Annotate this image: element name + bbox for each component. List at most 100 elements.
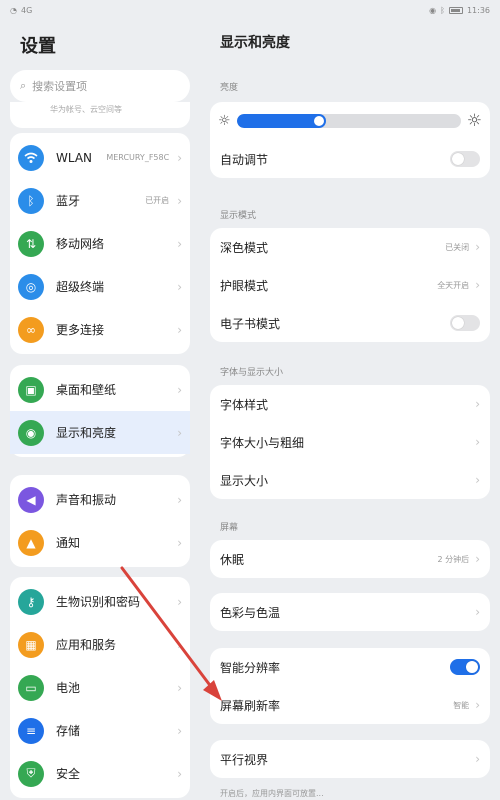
link-icon: ∞ (18, 316, 44, 343)
account-entry[interactable]: 华为帐号、云空间等 (10, 102, 190, 128)
sidebar-item-wallpaper[interactable]: ▣ 桌面和壁纸 › (10, 368, 190, 411)
sidebar-item-label: 移动网络 (56, 237, 105, 251)
status-bar: ◔ 4G ◉ ᛒ 11:36 (0, 0, 500, 20)
chevron-right-icon: › (177, 279, 182, 294)
font-section-label: 字体与显示大小 (220, 368, 284, 378)
auto-adjust-toggle[interactable] (450, 151, 480, 167)
color-temp-label: 色彩与色温 (220, 605, 281, 620)
chevron-right-icon: › (177, 594, 182, 609)
sleep-card: 休眠 2 分钟后 › (210, 540, 490, 578)
sleep-label: 休眠 (220, 552, 245, 567)
auto-adjust-row: 自动调节 (210, 140, 490, 178)
super-device-icon: ◎ (18, 273, 44, 300)
chevron-right-icon: › (177, 150, 182, 165)
chevron-right-icon: › (177, 193, 182, 208)
sidebar-item-bluetooth[interactable]: ᛒ 蓝牙 已开启 › (10, 179, 190, 222)
sound-group: ◀ 声音和振动 › ▲ 通知 › (10, 475, 190, 567)
font-card: 字体样式 › 字体大小与粗细 › 显示大小 › (210, 385, 490, 499)
sidebar-item-battery[interactable]: ▭ 电池 › (10, 666, 190, 709)
eye-comfort-value: 全天开启 (437, 280, 470, 290)
brightness-row: ☼ ☼ (210, 102, 490, 140)
sidebar-item-label: 蓝牙 (56, 194, 81, 208)
storage-icon: ≡ (18, 717, 44, 744)
sidebar-item-display-brightness[interactable]: ◉ 显示和亮度 › (10, 411, 190, 454)
page-title: 显示和亮度 (220, 35, 290, 51)
brightness-slider[interactable] (236, 114, 461, 128)
smart-resolution-toggle[interactable] (450, 659, 480, 675)
sidebar-item-label: WLAN (56, 150, 93, 165)
sound-icon: ◀ (18, 486, 44, 513)
parallel-view-row[interactable]: 平行视界 › (210, 740, 490, 778)
network-status: 4G (20, 5, 33, 15)
apps-icon: ▦ (18, 631, 44, 658)
display-mode-section-label: 显示模式 (220, 211, 257, 221)
font-size-label: 字体大小与粗细 (220, 435, 305, 450)
sidebar-item-label: 通知 (56, 536, 81, 550)
eye-comfort-row[interactable]: 护眼模式 全天开启 › (210, 266, 490, 304)
color-temp-card: 色彩与色温 › (210, 593, 490, 631)
display-settings-pane: 显示和亮度 亮度 ☼ ☼ 自动调节 显示模式 深色模式 已关闭 › 护眼模式 全… (200, 20, 500, 800)
chevron-right-icon: › (475, 435, 480, 449)
sidebar-item-super-device[interactable]: ◎ 超级终端 › (10, 265, 190, 308)
ebook-mode-toggle[interactable] (450, 315, 480, 331)
ebook-mode-label: 电子书模式 (220, 316, 281, 331)
shield-icon: ⛨ (18, 760, 44, 787)
sidebar-item-notifications[interactable]: ▲ 通知 › (10, 521, 190, 564)
refresh-rate-row[interactable]: 屏幕刷新率 智能 › (210, 686, 490, 724)
auto-adjust-label: 自动调节 (220, 152, 269, 167)
chevron-right-icon: › (475, 240, 480, 254)
parallel-view-card: 平行视界 › (210, 740, 490, 778)
wifi-icon (18, 144, 44, 171)
sidebar-item-label: 安全 (56, 767, 81, 781)
dark-mode-row[interactable]: 深色模式 已关闭 › (210, 228, 490, 266)
sidebar-item-value: MERCURY_F58C (106, 153, 170, 162)
sidebar-item-mobile-network[interactable]: ⇅ 移动网络 › (10, 222, 190, 265)
chevron-right-icon: › (177, 723, 182, 738)
display-group: ▣ 桌面和壁纸 › ◉ 显示和亮度 › (10, 365, 190, 457)
parallel-view-footnote: 开启后，应用内界面可放置... (220, 789, 324, 798)
color-temp-row[interactable]: 色彩与色温 › (210, 593, 490, 631)
search-input[interactable]: ⌕ 搜索设置项 (10, 70, 190, 102)
sidebar-item-security[interactable]: ⛨ 安全 › (10, 752, 190, 795)
sleep-row[interactable]: 休眠 2 分钟后 › (210, 540, 490, 578)
clock: 11:36 (466, 5, 490, 15)
sidebar-item-value: 已开启 (145, 196, 170, 205)
battery-status-icon (448, 6, 463, 14)
screen-section-label: 屏幕 (220, 523, 239, 533)
chevron-right-icon: › (177, 236, 182, 251)
brightness-card: ☼ ☼ 自动调节 (210, 102, 490, 178)
brightness-slider-fill (236, 114, 327, 128)
display-size-row[interactable]: 显示大小 › (210, 461, 490, 499)
chevron-right-icon: › (475, 473, 480, 487)
brightness-section-label: 亮度 (220, 83, 239, 93)
font-style-row[interactable]: 字体样式 › (210, 385, 490, 423)
sidebar-item-more-connections[interactable]: ∞ 更多连接 › (10, 308, 190, 351)
sidebar-item-wlan[interactable]: WLAN MERCURY_F58C › (10, 136, 190, 179)
resolution-card: 智能分辨率 屏幕刷新率 智能 › (210, 648, 490, 724)
sleep-value: 2 分钟后 (437, 554, 470, 564)
chevron-right-icon: › (177, 322, 182, 337)
sidebar-item-storage[interactable]: ≡ 存储 › (10, 709, 190, 752)
sidebar-item-label: 电池 (56, 681, 81, 695)
chevron-right-icon: › (177, 680, 182, 695)
settings-list-pane: 设置 ⌕ 搜索设置项 华为帐号、云空间等 WLAN MERCURY_F58C ›… (0, 20, 200, 800)
eye-comfort-label: 护眼模式 (220, 278, 269, 293)
chevron-right-icon: › (177, 492, 182, 507)
connectivity-group: WLAN MERCURY_F58C › ᛒ 蓝牙 已开启 › ⇅ 移动网络 › … (10, 133, 190, 354)
refresh-rate-value: 智能 (453, 700, 470, 710)
font-size-row[interactable]: 字体大小与粗细 › (210, 423, 490, 461)
mobile-network-icon: ⇅ (18, 230, 44, 257)
key-icon: ⚷ (18, 588, 44, 615)
sidebar-item-sound[interactable]: ◀ 声音和振动 › (10, 478, 190, 521)
chevron-right-icon: › (177, 637, 182, 652)
chevron-right-icon: › (475, 752, 480, 766)
sidebar-item-label: 桌面和壁纸 (56, 383, 117, 397)
sidebar-item-biometrics[interactable]: ⚷ 生物识别和密码 › (10, 580, 190, 623)
settings-title: 设置 (20, 36, 56, 57)
dark-mode-label: 深色模式 (220, 240, 269, 255)
sidebar-item-apps[interactable]: ▦ 应用和服务 › (10, 623, 190, 666)
ebook-mode-row: 电子书模式 (210, 304, 490, 342)
display-size-label: 显示大小 (220, 473, 269, 488)
smart-resolution-row: 智能分辨率 (210, 648, 490, 686)
sidebar-item-label: 应用和服务 (56, 638, 117, 652)
